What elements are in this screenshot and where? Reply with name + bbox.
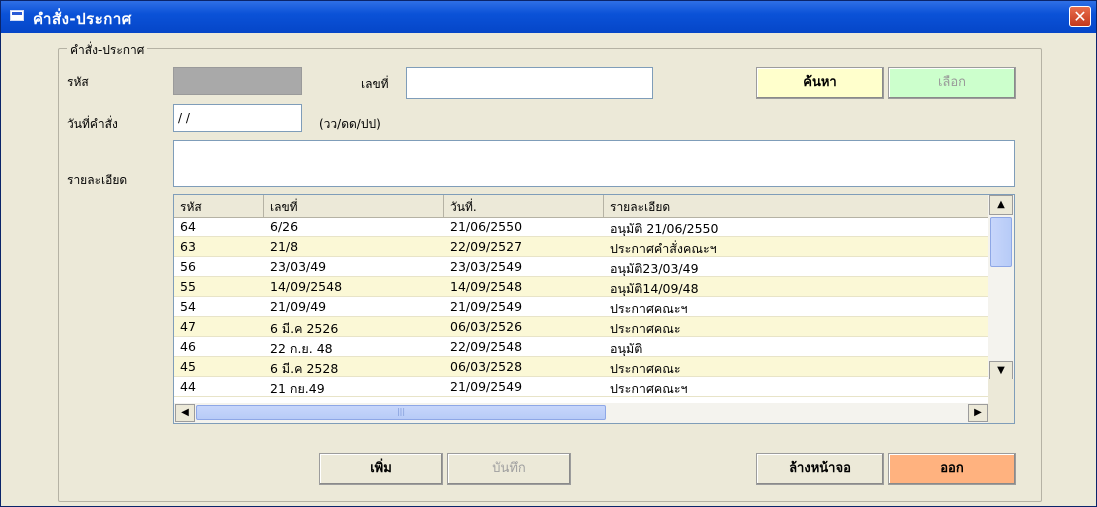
cell-detail: ประกาศคณะฯ	[610, 301, 688, 316]
table-row[interactable]: 47 6 มี.ค 2526 06/03/2526 ประกาศคณะ	[174, 317, 989, 337]
cell-detail: ประกาศคณะ	[610, 361, 681, 376]
scroll-right-icon[interactable]: ▶	[968, 404, 988, 422]
cell-detail: อนุมัติ23/03/49	[610, 261, 699, 276]
records-grid[interactable]: รหัส เลขที่ วันที่. รายละเอียด 64 6/26 2…	[173, 194, 1015, 424]
cell-code: 47	[180, 319, 196, 334]
cell-detail: อนุมัติ 21/06/2550	[610, 221, 719, 236]
cell-number: 6/26	[270, 219, 299, 234]
window-title: คำสั่ง-ประกาศ	[33, 10, 132, 28]
cell-code: 64	[180, 219, 196, 234]
vertical-scrollbar[interactable]: ▲ ▼	[988, 195, 1014, 381]
code-label: รหัส	[67, 75, 89, 89]
cell-number: 21/8	[270, 239, 299, 254]
cell-code: 44	[180, 379, 196, 394]
date-input[interactable]	[173, 104, 302, 132]
table-row[interactable]: 55 14/09/2548 14/09/2548 อนุมัติ14/09/48	[174, 277, 989, 297]
group-label: คำสั่ง-ประกาศ	[67, 41, 148, 60]
cell-number: 21/09/49	[270, 299, 327, 314]
table-row[interactable]: 63 21/8 22/09/2527 ประกาศคำสั่งคณะฯ	[174, 237, 989, 257]
number-input[interactable]	[406, 67, 653, 99]
scroll-down-icon[interactable]: ▼	[989, 361, 1013, 381]
cell-detail: ประกาศคณะฯ	[610, 381, 688, 396]
cell-code: 45	[180, 359, 196, 374]
cell-detail: อนุมัติ14/09/48	[610, 281, 699, 296]
cell-date: 22/09/2548	[450, 339, 523, 354]
table-row[interactable]: 45 6 มี.ค 2528 06/03/2528 ประกาศคณะ	[174, 357, 989, 377]
vertical-scroll-thumb[interactable]	[990, 217, 1012, 267]
grid-rows: 64 6/26 21/06/2550 อนุมัติ 21/06/2550 63…	[174, 217, 989, 397]
scroll-up-icon[interactable]: ▲	[989, 195, 1013, 215]
cell-date: 06/03/2526	[450, 319, 523, 334]
number-label: เลขที่	[361, 77, 389, 91]
cell-code: 56	[180, 259, 196, 274]
date-label: วันที่คำสั่ง	[67, 117, 118, 131]
cell-detail: ประกาศคำสั่งคณะฯ	[610, 241, 717, 256]
table-row[interactable]: 56 23/03/49 23/03/2549 อนุมัติ23/03/49	[174, 257, 989, 277]
window: คำสั่ง-ประกาศ ✕ คำสั่ง-ประกาศ รหัส เลขที…	[0, 0, 1097, 507]
detail-input[interactable]	[173, 140, 1015, 187]
search-button[interactable]: ค้นหา	[756, 67, 884, 99]
exit-button[interactable]: ออก	[888, 453, 1016, 485]
cell-date: 23/03/2549	[450, 259, 523, 274]
column-header-detail[interactable]: รายละเอียด	[604, 195, 989, 217]
title-bar: คำสั่ง-ประกาศ ✕	[1, 1, 1096, 33]
code-input[interactable]	[173, 67, 302, 95]
cell-detail: ประกาศคณะ	[610, 321, 681, 336]
cell-number: 21 กย.49	[270, 381, 325, 396]
cell-date: 21/09/2549	[450, 379, 523, 394]
scroll-left-icon[interactable]: ◀	[175, 404, 195, 422]
table-row[interactable]: 44 21 กย.49 21/09/2549 ประกาศคณะฯ	[174, 377, 989, 397]
cell-date: 22/09/2527	[450, 239, 523, 254]
save-button[interactable]: บันทึก	[447, 453, 571, 485]
table-row[interactable]: 46 22 ก.ย. 48 22/09/2548 อนุมัติ	[174, 337, 989, 357]
cell-number: 6 มี.ค 2528	[270, 361, 339, 376]
grid-header: รหัส เลขที่ วันที่. รายละเอียด	[174, 195, 989, 218]
cell-code: 54	[180, 299, 196, 314]
cell-date: 21/06/2550	[450, 219, 523, 234]
select-button[interactable]: เลือก	[888, 67, 1016, 99]
clear-screen-button[interactable]: ล้างหน้าจอ	[756, 453, 884, 485]
cell-date: 21/09/2549	[450, 299, 523, 314]
cell-number: 23/03/49	[270, 259, 327, 274]
detail-label: รายละเอียด	[67, 173, 128, 187]
horizontal-scroll-thumb[interactable]: |||	[196, 405, 606, 420]
column-header-code[interactable]: รหัส	[174, 195, 264, 217]
cell-number: 22 ก.ย. 48	[270, 341, 333, 356]
column-header-date[interactable]: วันที่.	[444, 195, 604, 217]
cell-number: 14/09/2548	[270, 279, 343, 294]
cell-code: 55	[180, 279, 196, 294]
window-icon	[10, 10, 24, 21]
cell-detail: อนุมัติ	[610, 341, 643, 356]
date-format-hint: (วว/ดด/ปป)	[319, 117, 381, 131]
cell-code: 63	[180, 239, 196, 254]
cell-date: 06/03/2528	[450, 359, 523, 374]
cell-code: 46	[180, 339, 196, 354]
table-row[interactable]: 64 6/26 21/06/2550 อนุมัติ 21/06/2550	[174, 217, 989, 237]
close-button[interactable]: ✕	[1069, 6, 1091, 27]
cell-date: 14/09/2548	[450, 279, 523, 294]
table-row[interactable]: 54 21/09/49 21/09/2549 ประกาศคณะฯ	[174, 297, 989, 317]
horizontal-scrollbar[interactable]: ◀ ||| ▶	[174, 403, 989, 423]
column-header-number[interactable]: เลขที่	[264, 195, 444, 217]
cell-number: 6 มี.ค 2526	[270, 321, 339, 336]
add-button[interactable]: เพิ่ม	[319, 453, 443, 485]
scroll-corner	[988, 379, 1014, 423]
